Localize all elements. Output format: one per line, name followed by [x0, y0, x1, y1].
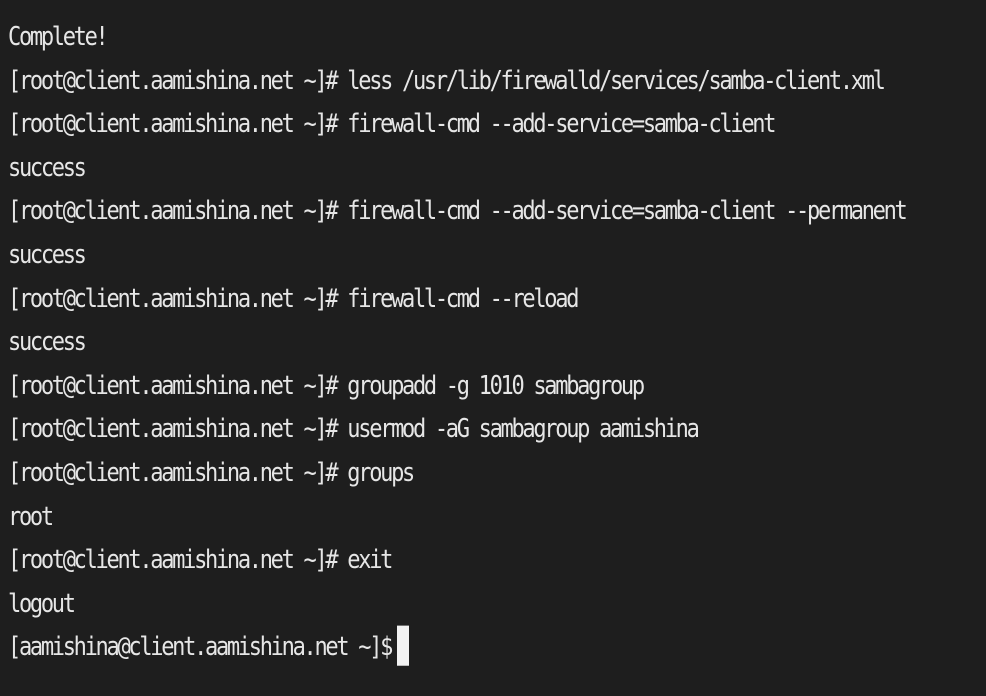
- terminal-window[interactable]: Complete! [root@client.aamishina.net ~]#…: [0, 0, 986, 696]
- terminal-prompt: [aamishina@client.aamishina.net ~]$: [8, 633, 393, 663]
- terminal-prompt-line[interactable]: [aamishina@client.aamishina.net ~]$: [8, 622, 986, 673]
- terminal-cursor: [397, 625, 410, 667]
